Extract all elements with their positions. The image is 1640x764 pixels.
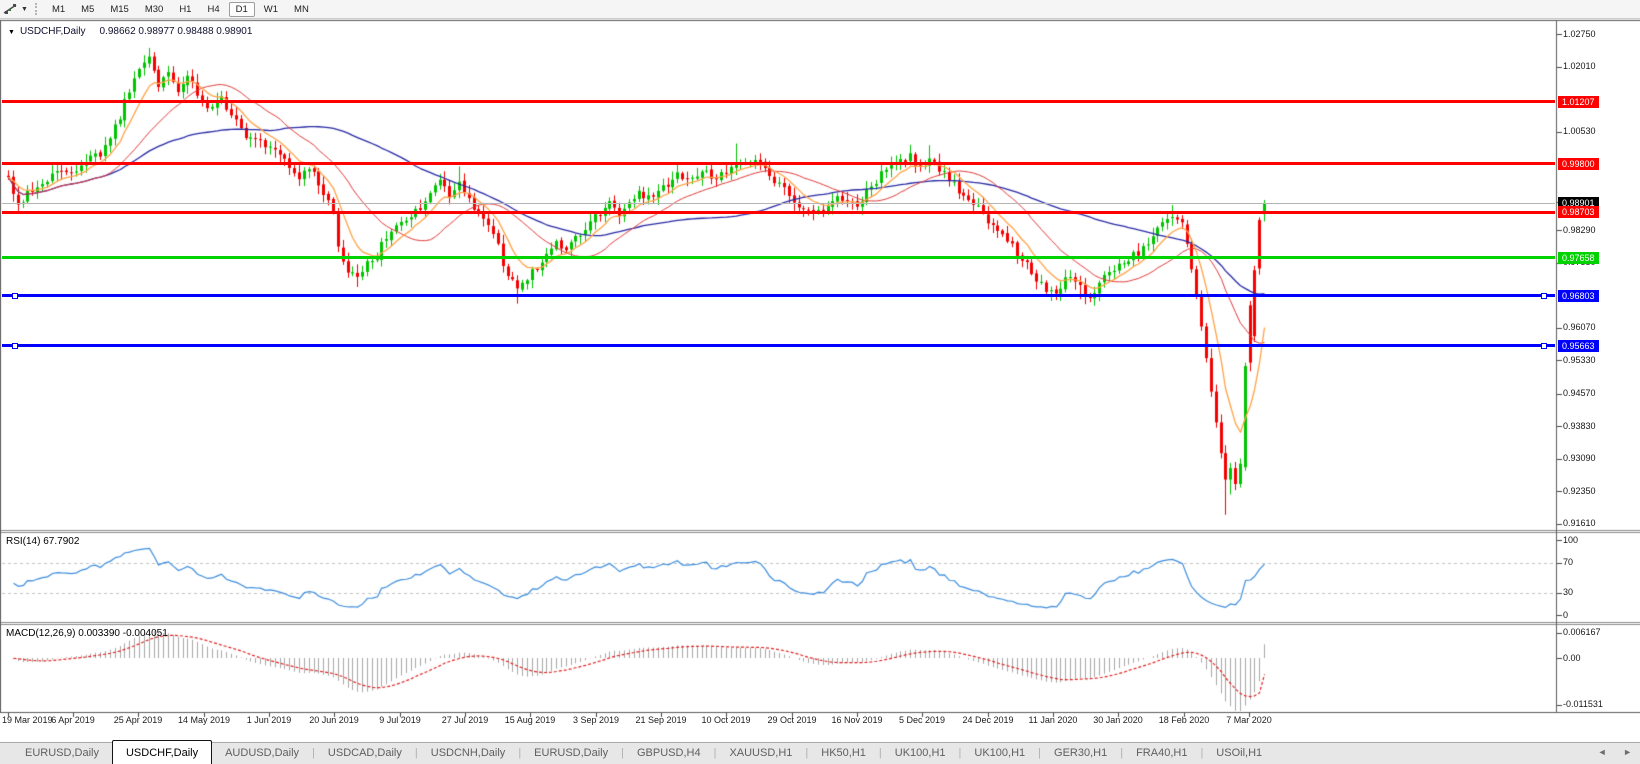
chart-overlay: ▼ USDCHF,Daily 0.98662 0.98977 0.98488 0.9… <box>0 0 1640 764</box>
tab-2-audusd-daily[interactable]: AUDUSD,Daily <box>212 743 312 764</box>
price-axis-tick: 0.93830 <box>1563 421 1596 432</box>
date-axis-label: 27 Jul 2019 <box>442 715 489 725</box>
date-axis-label: 11 Jan 2020 <box>1029 715 1078 725</box>
tab-scroll-controls: ◄ ► <box>1584 747 1632 757</box>
symbol-tab-bar: EURUSD,DailyUSDCHF,DailyAUDUSD,Daily|USD… <box>0 742 1640 764</box>
timeframe-button-mn[interactable]: MN <box>287 2 316 17</box>
tab-5-eurusd-daily[interactable]: EURUSD,Daily <box>521 743 621 764</box>
price-axis-tick: 0.91610 <box>1563 518 1596 529</box>
tab-12-fra40-h1[interactable]: FRA40,H1 <box>1123 743 1200 764</box>
chart-draw-tool-icon[interactable] <box>1 2 20 16</box>
date-axis-label: 6 Apr 2019 <box>51 715 95 725</box>
date-axis-label: 29 Oct 2019 <box>767 715 816 725</box>
macd-axis-tick: 0.00 <box>1563 653 1581 664</box>
timeframe-button-w1[interactable]: W1 <box>257 2 285 17</box>
horizontal-line-0-97658[interactable] <box>2 256 1555 259</box>
price-axis-tick: 0.92350 <box>1563 486 1596 497</box>
horizontal-line-0-95663[interactable] <box>2 344 1555 347</box>
macd-axis-tick: 0.006167 <box>1563 627 1601 638</box>
price-axis-tick: 0.96070 <box>1563 322 1596 333</box>
horizontal-line-0-98703[interactable] <box>2 211 1555 214</box>
date-axis-label: 19 Mar 2019 <box>2 715 53 725</box>
price-line-label-0-95663: 0.95663 <box>1558 340 1599 352</box>
collapse-chart-icon[interactable]: ▼ <box>8 29 15 36</box>
tab-scroll-left-icon[interactable]: ◄ <box>1598 747 1607 757</box>
timeframe-button-h1[interactable]: H1 <box>172 2 198 17</box>
price-axis-tick: 1.02750 <box>1563 29 1596 40</box>
date-axis-label: 15 Aug 2019 <box>505 715 556 725</box>
date-axis-label: 1 Jun 2019 <box>247 715 292 725</box>
timeframe-button-m5[interactable]: M5 <box>74 2 101 17</box>
tab-1-usdchf-daily[interactable]: USDCHF,Daily <box>112 740 212 764</box>
tab-13-usoil-h1[interactable]: USOil,H1 <box>1203 743 1275 764</box>
date-axis-label: 30 Jan 2020 <box>1093 715 1143 725</box>
current-price-line <box>2 203 1555 204</box>
horizontal-line-1-01207[interactable] <box>2 100 1555 103</box>
price-axis-tick: 0.95330 <box>1563 355 1596 366</box>
timeframe-button-h4[interactable]: H4 <box>200 2 226 17</box>
macd-label: MACD(12,26,9) 0.003390 -0.004051 <box>6 628 168 639</box>
horizontal-line-0-99800[interactable] <box>2 162 1555 165</box>
date-axis-label: 7 Mar 2020 <box>1226 715 1272 725</box>
date-axis-label: 21 Sep 2019 <box>635 715 686 725</box>
timeframe-button-d1[interactable]: D1 <box>229 2 255 17</box>
price-axis-tick: 1.00530 <box>1563 126 1596 137</box>
line-handle-right-0-95663[interactable] <box>1541 343 1547 349</box>
tool-dropdown-caret-icon[interactable]: ▼ <box>21 6 28 13</box>
price-line-label-0-96803: 0.96803 <box>1558 290 1599 302</box>
tab-7-xauusd-h1[interactable]: XAUUSD,H1 <box>716 743 805 764</box>
price-axis-tick: 0.93090 <box>1563 453 1596 464</box>
date-axis-label: 10 Oct 2019 <box>701 715 750 725</box>
tab-scroll-right-icon[interactable]: ► <box>1623 747 1632 757</box>
line-handle-right-0-96803[interactable] <box>1541 293 1547 299</box>
timeframe-button-m30[interactable]: M30 <box>138 2 170 17</box>
macd-axis-tick: -0.011531 <box>1563 699 1603 710</box>
chart-title: ▼ USDCHF,Daily 0.98662 0.98977 0.98488 0.9… <box>8 26 252 37</box>
line-handle-left-0-95663[interactable] <box>12 343 18 349</box>
tab-6-gbpusd-h4[interactable]: GBPUSD,H4 <box>624 743 714 764</box>
toolbar-grip <box>35 3 37 15</box>
line-handle-left-0-96803[interactable] <box>12 293 18 299</box>
chart-symbol-period: USDCHF,Daily <box>20 26 86 37</box>
price-line-label-0-99800: 0.99800 <box>1558 158 1599 170</box>
rsi-axis-tick: 100 <box>1563 535 1578 546</box>
date-axis-label: 25 Apr 2019 <box>114 715 163 725</box>
tab-8-hk50-h1[interactable]: HK50,H1 <box>808 743 879 764</box>
date-axis-label: 18 Feb 2020 <box>1159 715 1210 725</box>
horizontal-line-0-96803[interactable] <box>2 294 1555 297</box>
price-axis-tick: 0.98290 <box>1563 225 1596 236</box>
tab-9-uk100-h1[interactable]: UK100,H1 <box>882 743 959 764</box>
chart-ohlc-values: 0.98662 0.98977 0.98488 0.98901 <box>100 26 253 37</box>
tab-3-usdcad-daily[interactable]: USDCAD,Daily <box>315 743 415 764</box>
date-axis-label: 14 May 2019 <box>178 715 230 725</box>
date-axis-label: 3 Sep 2019 <box>573 715 619 725</box>
timeframe-button-m1[interactable]: M1 <box>45 2 72 17</box>
trading-platform-window: ▼ M1M5M15M30H1H4D1W1MN ▼ USDCHF,Daily 0.98… <box>0 0 1640 764</box>
rsi-axis-tick: 0 <box>1563 610 1568 621</box>
price-line-label-0-98703: 0.98703 <box>1558 206 1599 218</box>
rsi-axis-tick: 30 <box>1563 587 1573 598</box>
tab-11-ger30-h1[interactable]: GER30,H1 <box>1041 743 1120 764</box>
date-axis-label: 20 Jun 2019 <box>309 715 359 725</box>
tab-4-usdcnh-daily[interactable]: USDCNH,Daily <box>418 743 519 764</box>
timeframe-toolbar: ▼ M1M5M15M30H1H4D1W1MN <box>0 0 1640 19</box>
price-line-label-0-97658: 0.97658 <box>1558 252 1599 264</box>
timeframe-button-m15[interactable]: M15 <box>103 2 135 17</box>
rsi-axis-tick: 70 <box>1563 557 1573 568</box>
date-axis-label: 24 Dec 2019 <box>962 715 1013 725</box>
tab-10-uk100-h1[interactable]: UK100,H1 <box>961 743 1038 764</box>
date-axis-label: 5 Dec 2019 <box>899 715 945 725</box>
date-axis-label: 16 Nov 2019 <box>831 715 882 725</box>
price-axis-tick: 0.94570 <box>1563 388 1596 399</box>
rsi-label: RSI(14) 67.7902 <box>6 536 79 547</box>
tab-0-eurusd-daily[interactable]: EURUSD,Daily <box>12 743 112 764</box>
timeframe-buttons-group: M1M5M15M30H1H4D1W1MN <box>44 2 317 17</box>
price-axis-tick: 1.02010 <box>1563 61 1596 72</box>
price-line-label-1-01207: 1.01207 <box>1558 96 1599 108</box>
date-axis-label: 9 Jul 2019 <box>379 715 421 725</box>
